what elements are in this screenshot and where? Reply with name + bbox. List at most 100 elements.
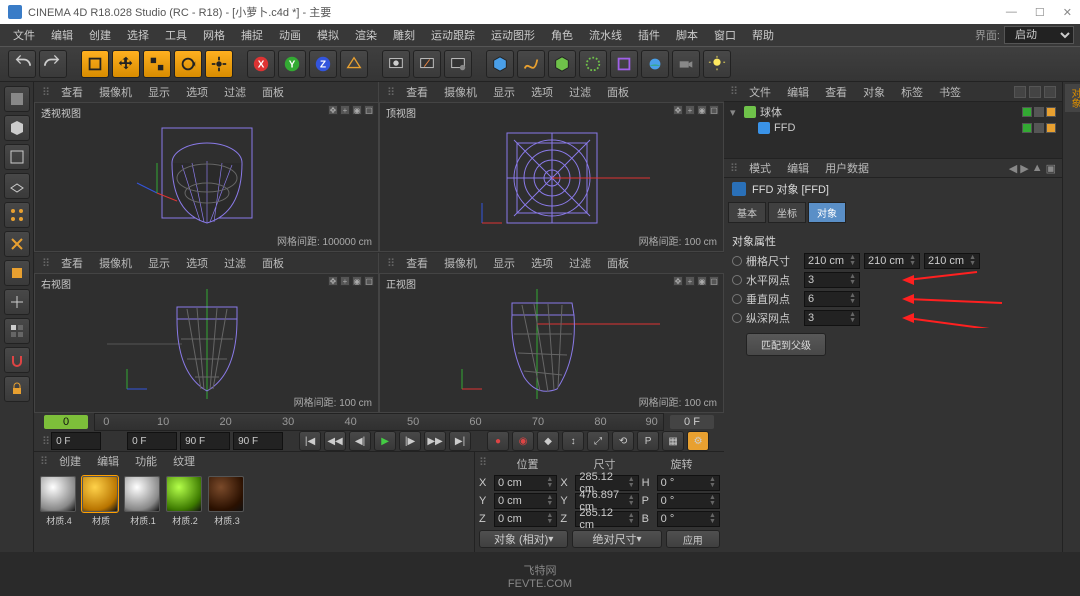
vp-menu-view[interactable]: 查看 (54, 83, 90, 101)
add-spline-button[interactable] (517, 50, 545, 78)
make-editable-button[interactable] (4, 86, 30, 112)
vp-zoom-icon[interactable]: + (340, 105, 350, 115)
rot-field[interactable]: 0 °▲▼ (657, 475, 720, 491)
close-button[interactable]: ✕ (1063, 6, 1072, 19)
vp-zoom-icon[interactable]: + (685, 105, 695, 115)
vp-menu-panel[interactable]: 面板 (255, 83, 291, 101)
workplane-mode-button[interactable] (4, 173, 30, 199)
tree-item[interactable]: FFD (730, 120, 1056, 136)
vp-max-icon[interactable]: ▢ (364, 276, 374, 286)
tree-item[interactable]: ▾ 球体 (730, 104, 1056, 120)
undo-button[interactable] (8, 50, 36, 78)
menu-animate[interactable]: 动画 (272, 25, 308, 45)
dock-tab[interactable]: 对象 (1065, 84, 1080, 112)
menu-mograph[interactable]: 运动图形 (484, 25, 542, 45)
vp-max-icon[interactable]: ▢ (364, 105, 374, 115)
vp-pan-icon[interactable]: ✥ (328, 105, 338, 115)
coord-apply-button[interactable]: 应用 (666, 530, 720, 548)
menu-snap[interactable]: 捕捉 (234, 25, 270, 45)
start-frame-field[interactable] (51, 432, 101, 450)
range-start-field[interactable] (127, 432, 177, 450)
grip-icon[interactable]: ⠿ (387, 86, 393, 99)
vp-orbit-icon[interactable]: ◉ (697, 105, 707, 115)
vp-orbit-icon[interactable]: ◉ (352, 276, 362, 286)
grip-icon[interactable]: ⠿ (42, 86, 48, 99)
key-param-button[interactable]: P (637, 431, 659, 451)
grip-icon[interactable]: ⠿ (40, 455, 46, 468)
menu-plugins[interactable]: 插件 (631, 25, 667, 45)
om-menu-tags[interactable]: 标签 (894, 83, 930, 101)
live-select-tool[interactable] (81, 50, 109, 78)
z-axis-lock[interactable]: Z (309, 50, 337, 78)
vp-menu-filter[interactable]: 过滤 (217, 254, 253, 272)
vp-orbit-icon[interactable]: ◉ (697, 276, 707, 286)
gridsize-x-field[interactable]: 210 cm▲▼ (804, 253, 860, 269)
vp-menu-options[interactable]: 选项 (179, 254, 215, 272)
material-item[interactable]: 材质.4 (40, 476, 78, 527)
maximize-button[interactable]: ☐ (1035, 6, 1045, 19)
vp-menu-display[interactable]: 显示 (141, 254, 177, 272)
viewport-front[interactable]: 正视图 ✥+◉▢ (379, 273, 724, 413)
mat-menu-edit[interactable]: 编辑 (90, 452, 126, 470)
phong-tag[interactable] (1046, 107, 1056, 117)
om-menu-view[interactable]: 查看 (818, 83, 854, 101)
menu-simulate[interactable]: 模拟 (310, 25, 346, 45)
om-search-icon[interactable] (1014, 86, 1026, 98)
subtab-coord[interactable]: 坐标 (768, 202, 806, 223)
visibility-tag[interactable] (1022, 107, 1032, 117)
viewport-right[interactable]: 右视图 ✥+◉▢ (34, 273, 379, 413)
vp-menu-view[interactable]: 查看 (54, 254, 90, 272)
pos-field[interactable]: 0 cm▲▼ (494, 493, 557, 509)
material-item[interactable]: 材质 (82, 476, 120, 527)
viewport-top[interactable]: 顶视图 ✥+◉▢ (379, 102, 724, 252)
vp-menu-panel[interactable]: 面板 (600, 254, 636, 272)
vp-pan-icon[interactable]: ✥ (328, 276, 338, 286)
material-item[interactable]: 材质.3 (208, 476, 246, 527)
add-generator-button[interactable] (579, 50, 607, 78)
om-menu-objects[interactable]: 对象 (856, 83, 892, 101)
rot-field[interactable]: 0 °▲▼ (657, 493, 720, 509)
size-field[interactable]: 285.12 cm▲▼ (575, 511, 638, 527)
end-frame-field[interactable] (233, 432, 283, 450)
subtab-basic[interactable]: 基本 (728, 202, 766, 223)
menu-motiontrack[interactable]: 运动跟踪 (424, 25, 482, 45)
point-mode-button[interactable] (4, 202, 30, 228)
add-environment-button[interactable] (641, 50, 669, 78)
vp-menu-camera[interactable]: 摄像机 (92, 254, 139, 272)
vp-max-icon[interactable]: ▢ (709, 276, 719, 286)
vp-menu-panel[interactable]: 面板 (255, 254, 291, 272)
next-key-button[interactable]: ▶▶ (424, 431, 446, 451)
add-camera-button[interactable] (672, 50, 700, 78)
menu-file[interactable]: 文件 (6, 25, 42, 45)
rot-field[interactable]: 0 °▲▼ (657, 511, 720, 527)
menu-edit[interactable]: 编辑 (44, 25, 80, 45)
vp-menu-display[interactable]: 显示 (486, 83, 522, 101)
prev-frame-button[interactable]: ◀| (349, 431, 371, 451)
menu-create[interactable]: 创建 (82, 25, 118, 45)
material-item[interactable]: 材质.2 (166, 476, 204, 527)
texture-mode-button[interactable] (4, 144, 30, 170)
menu-select[interactable]: 选择 (120, 25, 156, 45)
vp-zoom-icon[interactable]: + (685, 276, 695, 286)
enable-axis-button[interactable] (4, 289, 30, 315)
am-new-icon[interactable]: ▣ (1046, 162, 1056, 175)
om-menu-edit[interactable]: 编辑 (780, 83, 816, 101)
gridsize-y-field[interactable]: 210 cm▲▼ (864, 253, 920, 269)
vp-menu-options[interactable]: 选项 (524, 83, 560, 101)
material-item[interactable]: 材质.1 (124, 476, 162, 527)
om-menu-file[interactable]: 文件 (742, 83, 778, 101)
am-fwd-icon[interactable]: ▶ (1020, 162, 1028, 175)
mat-menu-function[interactable]: 功能 (128, 452, 164, 470)
am-menu-edit[interactable]: 编辑 (780, 159, 816, 177)
keyframe-sel-button[interactable]: ◆ (537, 431, 559, 451)
layout-select[interactable]: 启动 (1004, 26, 1074, 44)
vp-menu-options[interactable]: 选项 (179, 83, 215, 101)
grip-icon[interactable]: ⠿ (42, 257, 48, 270)
menu-mesh[interactable]: 网格 (196, 25, 232, 45)
timeline[interactable]: 0 0 10 20 30 40 50 60 70 80 90 0 F (34, 413, 724, 431)
visibility-tag[interactable] (1022, 123, 1032, 133)
om-menu-bookmarks[interactable]: 书签 (932, 83, 968, 101)
add-light-button[interactable] (703, 50, 731, 78)
vp-menu-filter[interactable]: 过滤 (562, 254, 598, 272)
add-nurbs-button[interactable] (548, 50, 576, 78)
